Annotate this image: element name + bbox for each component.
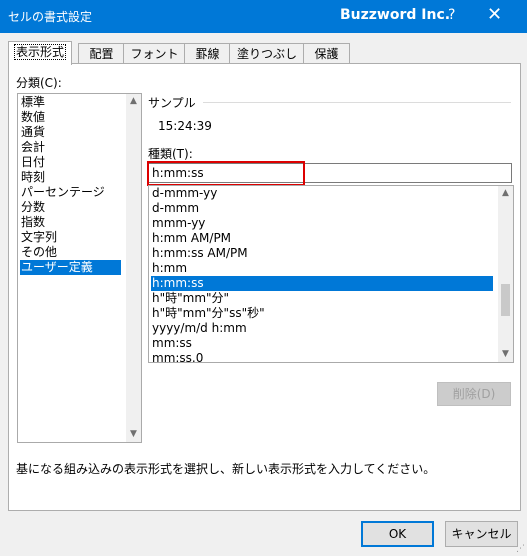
scroll-up-icon[interactable]: ▲ [498,186,513,201]
category-item[interactable]: 文字列 [20,230,121,245]
type-item[interactable]: d-mmm [151,201,493,216]
ok-button[interactable]: OK [361,521,434,547]
type-label: 種類(T): [148,147,193,161]
tab-page: 分類(C): 標準 数値 通貨 会計 日付 時刻 パーセンテージ 分数 指数 文字列 その他 ユーザー… [8,63,521,511]
tab-alignment[interactable]: 配置 [78,43,125,64]
category-scrollbar[interactable]: ▲ ▼ [126,94,141,442]
category-item[interactable]: 指数 [20,215,121,230]
dialog-body: 表示形式 配置 フォント 罫線 塗りつぶし 保護 分類(C): 標準 数値 通貨 会計… [0,33,527,556]
scroll-down-icon[interactable]: ▼ [126,427,141,442]
dialog-title: セルの書式設定 [8,10,93,24]
description-text: 基になる組み込みの表示形式を選択し、新しい表示形式を入力してください。 [16,462,436,476]
category-item[interactable]: 時刻 [20,170,121,185]
tab-font[interactable]: フォント [123,43,186,64]
category-item[interactable]: 会計 [20,140,121,155]
delete-button[interactable]: 削除(D) [437,382,511,406]
cancel-button[interactable]: キャンセル [445,521,518,547]
type-item[interactable]: h:mm:ss AM/PM [151,246,493,261]
category-item[interactable]: 通貨 [20,125,121,140]
type-item[interactable]: h:mm [151,261,493,276]
type-scrollbar[interactable]: ▲ ▼ [498,186,513,362]
tab-number-format[interactable]: 表示形式 [8,41,72,65]
resize-grip-icon[interactable]: ⋰ [516,544,525,554]
highlight-box [147,161,305,186]
close-icon[interactable]: ✕ [487,4,502,25]
tab-border[interactable]: 罫線 [184,43,231,64]
category-list[interactable]: 標準 数値 通貨 会計 日付 時刻 パーセンテージ 分数 指数 文字列 その他 ユーザー定義 ▲ ▼ [17,93,142,443]
type-item[interactable]: h:mm AM/PM [151,231,493,246]
category-label: 分類(C): [16,76,62,90]
type-list[interactable]: d-mmm-yy d-mmm mmm-yy h:mm AM/PM h:mm:ss AM/… [148,185,514,363]
tab-fill[interactable]: 塗りつぶし [229,43,305,64]
type-item[interactable]: d-mmm-yy [151,186,493,201]
category-item[interactable]: ユーザー定義 [20,260,121,275]
brand-label: Buzzword Inc. [340,7,451,23]
type-item[interactable]: yyyy/m/d h:mm [151,321,493,336]
type-item[interactable]: h:mm:ss [151,276,493,291]
help-icon[interactable]: ? [448,7,455,23]
scroll-up-icon[interactable]: ▲ [126,94,141,109]
category-item[interactable]: 数値 [20,110,121,125]
tab-protection[interactable]: 保護 [303,43,350,64]
type-item[interactable]: h"時"mm"分" [151,291,493,306]
sample-label: サンプル [148,96,196,110]
type-item[interactable]: mm:ss.0 [151,351,493,362]
category-item[interactable]: パーセンテージ [20,185,121,200]
sample-group-line [203,102,511,103]
type-item[interactable]: mm:ss [151,336,493,351]
scroll-thumb[interactable] [501,284,510,316]
category-item[interactable]: 分数 [20,200,121,215]
category-item[interactable]: 標準 [20,95,121,110]
scroll-down-icon[interactable]: ▼ [498,347,513,362]
category-item[interactable]: その他 [20,245,121,260]
type-item[interactable]: mmm-yy [151,216,493,231]
sample-value: 15:24:39 [158,119,212,133]
title-bar: セルの書式設定 Buzzword Inc. ? ✕ [0,0,527,33]
type-item[interactable]: h"時"mm"分"ss"秒" [151,306,493,321]
category-item[interactable]: 日付 [20,155,121,170]
